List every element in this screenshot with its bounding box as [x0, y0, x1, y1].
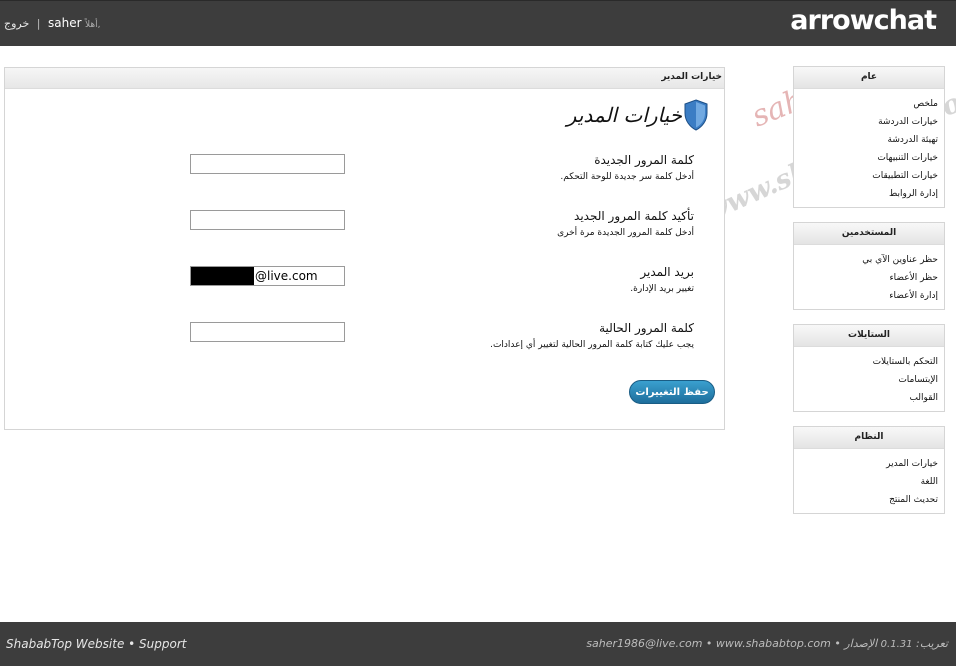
sidebar-item-templates[interactable]: القوالب: [794, 389, 938, 407]
shield-icon: [684, 99, 708, 131]
sidebar-item-smilies[interactable]: الإبتسامات: [794, 371, 938, 389]
sidebar-item-admin-options[interactable]: خيارات المدير: [794, 455, 938, 473]
arrowchat-logo: arrowchat: [790, 5, 937, 36]
panel-header: خيارات المدير: [5, 68, 724, 89]
link-separator: |: [36, 17, 41, 30]
sidebar-styles: الستايلات التحكم بالستايلات الإبتسامات ا…: [793, 324, 945, 412]
admin-email-input[interactable]: @live.com: [190, 266, 345, 286]
sidebar-item-style-control[interactable]: التحكم بالستايلات: [794, 353, 938, 371]
logout-link[interactable]: خروج: [4, 17, 29, 30]
save-changes-button[interactable]: حفظ التغييرات: [629, 380, 715, 404]
current-password-hint: يجب عليك كتابة كلمة المرور الحالية لتغيي…: [490, 340, 694, 350]
greeting: أهلاً,: [85, 20, 101, 30]
sidebar-item-language[interactable]: اللغة: [794, 473, 938, 491]
sidebar-general-title: عام: [794, 67, 944, 89]
sidebar-system: النظام خيارات المدير اللغة تحديث المنتج: [793, 426, 945, 514]
sidebar-item-chat-setup[interactable]: تهيئة الدردشة: [794, 131, 938, 149]
current-password-label: كلمة المرور الحالية: [599, 321, 694, 335]
admin-email-hint: تغيير بريد الإدارة.: [630, 284, 694, 294]
sidebar-users: المستخدمين حظر عناوين الآي بي حظر الأعضا…: [793, 222, 945, 310]
admin-email-label-group: بريد المدير تغيير بريد الإدارة.: [394, 265, 694, 294]
confirm-password-label-group: تأكيد كلمة المرور الجديد أدخل كلمة المرو…: [394, 209, 694, 238]
new-password-input[interactable]: [190, 154, 345, 174]
user-links: خروج | saher أهلاً,: [4, 16, 101, 30]
top-bar: خروج | saher أهلاً, arrowchat: [0, 0, 956, 46]
page-title-text: خيارات المدير: [566, 103, 682, 127]
sidebar-general: عام ملخص خيارات الدردشة تهيئة الدردشة خي…: [793, 66, 945, 208]
sidebar-item-manage-links[interactable]: إدارة الروابط: [794, 185, 938, 203]
confirm-password-hint: أدخل كلمة المرور الجديدة مرة أخرى: [557, 228, 694, 238]
current-password-input[interactable]: [190, 322, 345, 342]
sidebar-item-app-options[interactable]: خيارات التطبيقات: [794, 167, 938, 185]
sidebar-item-notification-options[interactable]: خيارات التنبيهات: [794, 149, 938, 167]
admin-settings-panel: خيارات المدير خيارات المدير كلمة المرور …: [4, 67, 725, 430]
current-password-label-group: كلمة المرور الحالية يجب عليك كتابة كلمة …: [394, 321, 694, 350]
new-password-label: كلمة المرور الجديدة: [594, 153, 694, 167]
new-password-label-group: كلمة المرور الجديدة أدخل كلمة سر جديدة ل…: [394, 153, 694, 182]
confirm-password-label: تأكيد كلمة المرور الجديد: [574, 209, 694, 223]
footer-credits: saher1986@live.com • www.shababtop.com •…: [586, 637, 948, 650]
page-title: خيارات المدير: [567, 98, 708, 132]
footer-version-label: الإصدار: [844, 637, 878, 650]
footer-links[interactable]: ShababTop Website • Support: [6, 637, 186, 651]
admin-email-label: بريد المدير: [640, 265, 694, 279]
redacted-email-mask: [191, 267, 254, 285]
sidebar-styles-title: الستايلات: [794, 325, 944, 347]
sidebar-item-ban-ips[interactable]: حظر عناوين الآي بي: [794, 251, 938, 269]
footer: ShababTop Website • Support saher1986@li…: [0, 622, 956, 666]
sidebar-item-chat-options[interactable]: خيارات الدردشة: [794, 113, 938, 131]
sidebar-item-ban-members[interactable]: حظر الأعضاء: [794, 269, 938, 287]
new-password-hint: أدخل كلمة سر جديدة للوحة التحكم.: [560, 172, 694, 182]
footer-version: 0.1.31: [880, 639, 913, 650]
confirm-password-input[interactable]: [190, 210, 345, 230]
sidebar-item-product-update[interactable]: تحديث المنتج: [794, 491, 938, 509]
sidebar-users-title: المستخدمين: [794, 223, 944, 245]
sidebar-item-summary[interactable]: ملخص: [794, 95, 938, 113]
admin-email-value: @live.com: [255, 269, 318, 283]
sidebar-system-title: النظام: [794, 427, 944, 449]
sidebar-item-manage-members[interactable]: إدارة الأعضاء: [794, 287, 938, 305]
username[interactable]: saher: [48, 16, 82, 30]
